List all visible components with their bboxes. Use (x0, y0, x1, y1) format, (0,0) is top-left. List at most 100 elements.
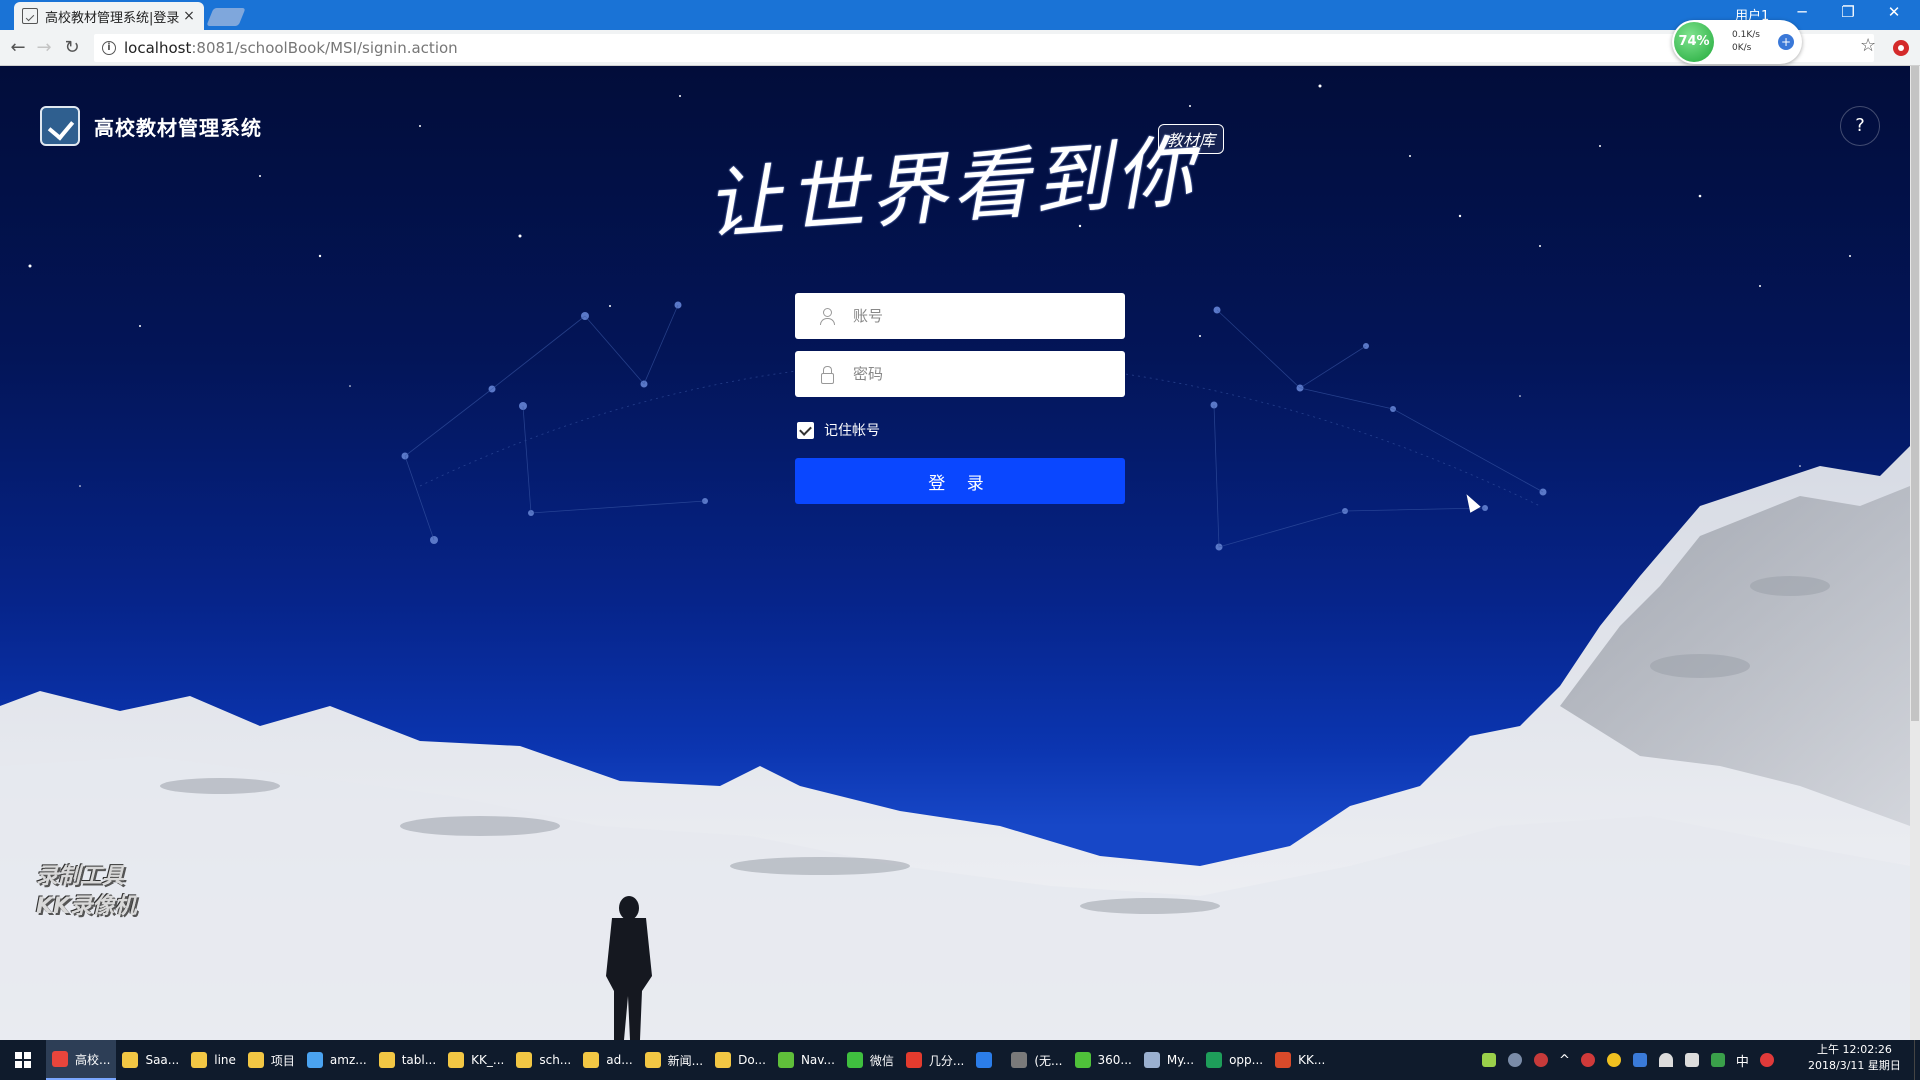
taskbar-item-label: Saa... (145, 1053, 180, 1067)
user-icon (819, 308, 835, 325)
taskbar-item[interactable] (970, 1040, 1005, 1080)
watermark-line1: 录制工具 (36, 864, 125, 889)
login-button[interactable]: 登 录 (795, 458, 1125, 504)
wechat-icon (846, 1052, 863, 1068)
volume-icon[interactable] (1684, 1053, 1699, 1067)
taskbar-item[interactable]: 微信 (841, 1040, 900, 1080)
taskbar-item[interactable]: Saa... (116, 1040, 185, 1080)
taskbar-item[interactable]: My... (1138, 1040, 1200, 1080)
url-host: localhost (124, 39, 192, 57)
taskbar-item[interactable]: (无... (1005, 1040, 1068, 1080)
username-input[interactable] (853, 293, 1125, 339)
taskbar-clock[interactable]: 上午 12:02:26 2018/3/11 星期日 (1808, 1042, 1901, 1074)
taskbar-item-label: KK... (1298, 1053, 1326, 1067)
new-tab-button[interactable] (206, 8, 246, 26)
wifi-icon[interactable] (1658, 1053, 1673, 1067)
username-field[interactable] (795, 293, 1125, 339)
chrome-icon (52, 1051, 68, 1067)
taskbar-item[interactable]: ad... (577, 1040, 638, 1080)
cube-icon (306, 1052, 323, 1068)
folder-icon (122, 1052, 139, 1068)
app-icon (1011, 1052, 1028, 1068)
taskbar-item[interactable]: 项目 (242, 1040, 301, 1080)
taskbar-item-label: 360... (1097, 1053, 1132, 1067)
folder-icon (378, 1052, 395, 1068)
extension-icon[interactable] (1893, 40, 1909, 56)
taskbar-item[interactable]: opp... (1200, 1040, 1269, 1080)
taskbar-item[interactable]: Do... (709, 1040, 772, 1080)
address-bar[interactable]: i localhost:8081/schoolBook/MSI/signin.a… (94, 34, 1874, 62)
lock-icon (819, 366, 835, 384)
taskbar-item-label: 几分... (928, 1053, 965, 1068)
pen-icon (1143, 1052, 1160, 1068)
logo-gear-check-icon (40, 106, 80, 146)
boost-plus-icon[interactable]: + (1778, 34, 1794, 50)
forward-button[interactable]: → (32, 37, 56, 58)
close-window-button[interactable]: ✕ (1874, 3, 1914, 21)
security-icon[interactable] (1534, 1053, 1548, 1067)
show-desktop-button[interactable] (1914, 1040, 1920, 1080)
back-button[interactable]: ← (6, 37, 30, 58)
bluetooth-icon[interactable] (1632, 1053, 1647, 1067)
download-speed: 0K/s (1732, 43, 1752, 53)
browser-titlebar: 高校教材管理系统|登录 × 用户1 ─ ❐ ✕ (0, 0, 1920, 30)
folder-icon (516, 1052, 533, 1068)
memory-usage-gauge: 74% (1674, 22, 1714, 62)
folder-icon (247, 1052, 264, 1068)
taskbar-item-label: KK_... (471, 1053, 505, 1067)
system-tray: ^ 中 (1476, 1040, 1780, 1080)
taskbar-item-label: ad... (606, 1053, 633, 1067)
password-field[interactable] (795, 351, 1125, 397)
taskbar-item[interactable]: 360... (1069, 1040, 1138, 1080)
remember-account[interactable]: 记住帐号 (797, 420, 880, 440)
taskbar-item-label: line (214, 1053, 236, 1067)
reload-button[interactable]: ↻ (60, 37, 84, 58)
show-hidden-icons-icon[interactable]: ^ (1559, 1053, 1570, 1068)
restore-button[interactable]: ❐ (1828, 3, 1868, 21)
minimize-button[interactable]: ─ (1782, 3, 1822, 21)
bookmark-star-icon[interactable]: ☆ (1860, 35, 1876, 56)
taskbar-item[interactable]: 几分... (900, 1040, 970, 1080)
sogou-ime-icon[interactable] (1759, 1053, 1774, 1067)
app-logo[interactable]: 高校教材管理系统 (40, 106, 262, 146)
page-viewport: 高校教材管理系统 ? 让世界看到你 教材库 记住帐号 登 录 录制工具 KK录像… (0, 66, 1920, 1040)
taskbar-item[interactable]: KK... (1269, 1040, 1331, 1080)
app-tray-icon[interactable] (1710, 1053, 1725, 1067)
performance-widget[interactable]: 74% 0.1K/s 0K/s + (1672, 20, 1802, 64)
help-icon[interactable]: ? (1840, 106, 1880, 146)
taskbar-item-label: 项目 (270, 1053, 295, 1068)
tab-close-icon[interactable]: × (182, 8, 196, 24)
taskbar-item[interactable]: Nav... (772, 1040, 841, 1080)
taskbar-item-label: tabl... (401, 1053, 437, 1067)
taskbar-item[interactable]: amz... (301, 1040, 373, 1080)
taskbar-item[interactable]: sch... (510, 1040, 577, 1080)
browser-tab-active[interactable]: 高校教材管理系统|登录 × (14, 2, 204, 30)
battery-icon[interactable] (1482, 1053, 1496, 1067)
taskbar-item[interactable]: line (185, 1040, 242, 1080)
taskbar-item[interactable]: 高校... (46, 1040, 117, 1080)
remember-checkbox[interactable] (797, 421, 814, 439)
start-button[interactable] (0, 1040, 46, 1080)
remember-label[interactable]: 记住帐号 (824, 420, 880, 440)
kk-icon (1275, 1052, 1292, 1068)
ime-indicator[interactable]: 中 (1736, 1051, 1749, 1070)
taskbar-item-label: 微信 (869, 1053, 894, 1068)
weibo-icon (905, 1052, 922, 1068)
360-tray-icon[interactable] (1606, 1053, 1621, 1067)
taskbar-item[interactable]: tabl... (373, 1040, 442, 1080)
password-input[interactable] (853, 351, 1125, 397)
antivirus-icon[interactable] (1580, 1053, 1595, 1067)
taskbar-item-label: 高校... (75, 1052, 111, 1067)
taskbar-item[interactable]: KK_... (442, 1040, 510, 1080)
word-icon (976, 1052, 993, 1068)
url-path: :8081/schoolBook/MSI/signin.action (191, 39, 458, 57)
folder-icon (644, 1052, 661, 1068)
people-icon[interactable] (1508, 1053, 1522, 1067)
folder-icon (715, 1052, 732, 1068)
site-info-icon[interactable]: i (102, 41, 116, 55)
taskbar-item[interactable]: 新闻... (639, 1040, 709, 1080)
app-title: 高校教材管理系统 (94, 115, 262, 140)
windows-logo-icon (15, 1052, 31, 1068)
navicat-icon (777, 1052, 794, 1068)
scrollbar-thumb[interactable] (1911, 66, 1919, 721)
